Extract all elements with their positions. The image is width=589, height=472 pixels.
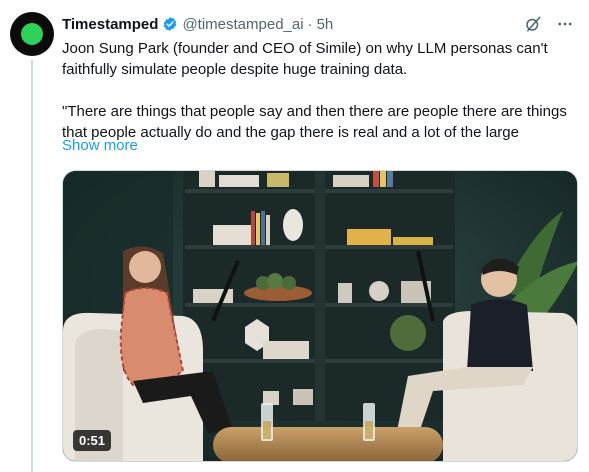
video-player[interactable]: 0:51	[62, 170, 578, 462]
avatar[interactable]	[10, 12, 54, 56]
video-duration-badge: 0:51	[73, 430, 112, 451]
author-name[interactable]: Timestamped	[62, 16, 158, 33]
author-handle[interactable]: @timestamped_ai	[182, 16, 303, 33]
grok-icon[interactable]	[523, 14, 543, 34]
more-icon[interactable]	[555, 14, 575, 34]
verified-badge-icon	[164, 17, 177, 31]
post-time[interactable]: 5h	[317, 16, 334, 33]
header-separator: ·	[307, 15, 313, 33]
thread-line	[31, 60, 33, 472]
post-header: Timestamped @timestamped_ai · 5h	[62, 14, 333, 34]
show-more-link[interactable]: Show more	[62, 137, 138, 154]
top-actions	[523, 14, 575, 34]
avatar-dot	[21, 23, 43, 45]
post-text: Joon Sung Park (founder and CEO of Simil…	[62, 40, 567, 141]
video-thumbnail	[63, 171, 577, 461]
